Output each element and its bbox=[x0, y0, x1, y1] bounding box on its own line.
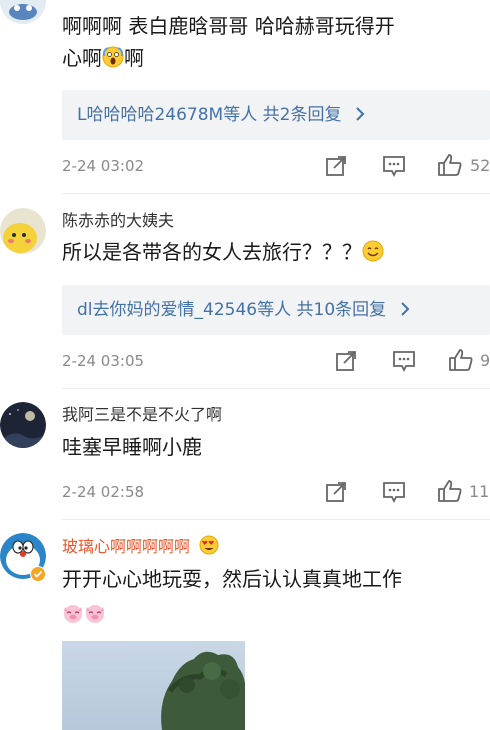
avatar[interactable] bbox=[0, 208, 46, 254]
reply-count: 等人 共2条回复 bbox=[223, 105, 342, 125]
pig-emoji-icon bbox=[84, 602, 106, 628]
comment-text: 所以是各带各的女人去旅行？？？ bbox=[62, 236, 482, 271]
username[interactable]: 陈赤赤的大姨夫 bbox=[62, 207, 174, 231]
reply-summary[interactable]: L哈哈哈哈24678M等人 共2条回复 bbox=[62, 90, 490, 140]
avatar[interactable] bbox=[0, 402, 46, 448]
emoji-line bbox=[62, 602, 106, 628]
attached-photo[interactable] bbox=[62, 641, 245, 730]
divider bbox=[62, 193, 490, 194]
comment-icon[interactable] bbox=[392, 350, 416, 374]
comment-time: 2-24 03:02 bbox=[62, 157, 145, 175]
like-count: 52 bbox=[470, 156, 490, 175]
like-icon[interactable] bbox=[448, 348, 473, 372]
comment-line: 心啊啊 bbox=[62, 42, 482, 77]
comment-time: 2-24 03:05 bbox=[62, 352, 145, 370]
comment-icon[interactable] bbox=[382, 481, 406, 505]
username[interactable]: 我阿三是不是不火了啊 bbox=[62, 401, 222, 425]
verified-icon bbox=[30, 566, 46, 582]
smile-emoji-icon bbox=[362, 239, 384, 271]
reply-user-link[interactable]: dl去你妈的爱情_42546 bbox=[77, 300, 257, 320]
avatar[interactable] bbox=[0, 0, 46, 24]
chevron-right-icon bbox=[355, 92, 365, 142]
comment-text: 哇塞早睡啊小鹿 bbox=[62, 435, 202, 459]
reply-count: 等人 共10条回复 bbox=[257, 300, 387, 320]
username[interactable]: 玻璃心啊啊啊啊啊 bbox=[62, 533, 219, 559]
comment-text: 啊啊啊 表白鹿晗哥哥 哈哈赫哥玩得开 心啊啊 bbox=[62, 10, 482, 77]
comment-text: 开开心心地玩耍，然后认认真真地工作 bbox=[62, 567, 402, 591]
share-icon[interactable] bbox=[325, 481, 349, 505]
divider bbox=[62, 388, 490, 389]
reply-user-link[interactable]: L哈哈哈哈24678M bbox=[77, 105, 223, 125]
like-icon[interactable] bbox=[437, 479, 462, 503]
comment-icon[interactable] bbox=[382, 155, 406, 179]
reply-summary[interactable]: dl去你妈的爱情_42546等人 共10条回复 bbox=[62, 285, 490, 335]
divider bbox=[62, 519, 490, 520]
heart-eyes-emoji-icon bbox=[199, 535, 219, 559]
pig-emoji-icon bbox=[62, 602, 84, 628]
comment-time: 2-24 02:58 bbox=[62, 483, 145, 501]
share-icon[interactable] bbox=[335, 350, 359, 374]
like-icon[interactable] bbox=[437, 153, 462, 177]
like-count: 9 bbox=[480, 351, 490, 370]
comment-line: 啊啊啊 表白鹿晗哥哥 哈哈赫哥玩得开 bbox=[62, 14, 395, 38]
like-count: 11 bbox=[469, 482, 490, 501]
chevron-right-icon bbox=[400, 287, 410, 337]
share-icon[interactable] bbox=[325, 155, 349, 179]
scream-emoji-icon bbox=[102, 45, 124, 77]
